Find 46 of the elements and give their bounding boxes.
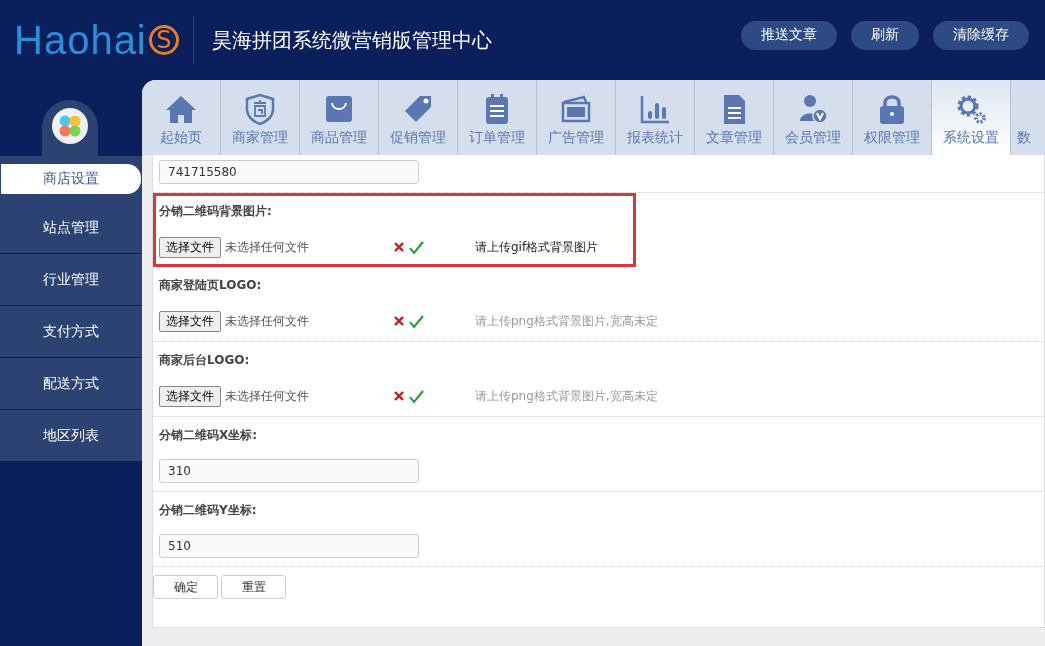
bar-chart-icon bbox=[639, 93, 671, 125]
sidebar-item[interactable]: 地区列表 bbox=[0, 410, 142, 462]
cross-icon bbox=[393, 315, 405, 327]
sidebar-item[interactable]: 站点管理 bbox=[0, 202, 142, 254]
header-button[interactable]: 清除缓存 bbox=[933, 20, 1029, 50]
picture-frame-icon bbox=[560, 93, 592, 125]
input-field[interactable]: 510 bbox=[159, 534, 419, 558]
form-button[interactable]: 确定 bbox=[153, 575, 218, 599]
cross-icon bbox=[393, 241, 405, 253]
choose-file-button[interactable]: 选择文件 bbox=[159, 310, 221, 332]
sidebar-item[interactable]: 行业管理 bbox=[0, 254, 142, 306]
field-label: 分销二维码背景图片: bbox=[159, 203, 273, 219]
hint-text: 请上传png格式背景图片,宽高未定 bbox=[475, 387, 658, 405]
avatar-icon bbox=[52, 108, 88, 144]
file-status: 未选择任何文件 bbox=[225, 312, 310, 330]
input-field[interactable]: 741715580 bbox=[159, 160, 419, 184]
shield-icon bbox=[244, 93, 276, 125]
header-button[interactable]: 刷新 bbox=[851, 20, 919, 50]
logo-text: Haohai bbox=[14, 17, 147, 63]
sidebar-item[interactable]: 配送方式 bbox=[0, 358, 142, 410]
field-label: 商家后台LOGO: bbox=[159, 352, 251, 368]
check-icon bbox=[409, 239, 424, 255]
hint-text: 请上传png格式背景图片,宽高未定 bbox=[475, 312, 658, 330]
sidebar-item[interactable]: 商店设置 bbox=[1, 164, 141, 194]
app-title: 昊海拼团系统微营销版管理中心 bbox=[211, 26, 492, 54]
form-button[interactable]: 重置 bbox=[221, 575, 286, 599]
home-icon bbox=[165, 93, 197, 125]
sidebar-item[interactable]: 支付方式 bbox=[0, 306, 142, 358]
field-label: 商家登陆页LOGO: bbox=[159, 277, 263, 293]
hint-text: 请上传gif格式背景图片 bbox=[475, 238, 599, 256]
choose-file-button[interactable]: 选择文件 bbox=[159, 236, 221, 258]
check-icon bbox=[409, 313, 424, 329]
cross-icon bbox=[393, 390, 405, 402]
logo-mark: S bbox=[148, 25, 179, 55]
file-status: 未选择任何文件 bbox=[225, 238, 310, 256]
header-button[interactable]: 推送文章 bbox=[741, 20, 837, 50]
nav-tab[interactable]: 系统设置 bbox=[932, 80, 1011, 155]
check-icon bbox=[409, 388, 424, 404]
bag-icon bbox=[323, 93, 355, 125]
field-label: 分销二维码Y坐标: bbox=[159, 502, 258, 518]
field-label: 分销二维码X坐标: bbox=[159, 427, 259, 443]
gears-icon bbox=[955, 93, 987, 125]
choose-file-button[interactable]: 选择文件 bbox=[159, 385, 221, 407]
user-badge-icon bbox=[797, 93, 829, 125]
input-field[interactable]: 310 bbox=[159, 459, 419, 483]
file-status: 未选择任何文件 bbox=[225, 387, 310, 405]
